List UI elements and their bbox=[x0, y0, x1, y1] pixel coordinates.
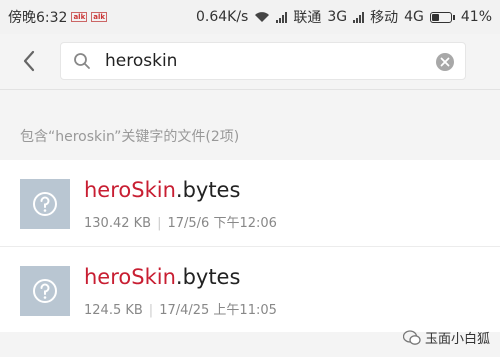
file-row[interactable]: heroSkin.bytes 124.5 KB | 17/4/25 上午11:05 bbox=[0, 246, 500, 332]
question-icon bbox=[33, 279, 57, 303]
search-icon bbox=[74, 53, 90, 69]
file-date: 17/4/25 上午11:05 bbox=[159, 303, 277, 318]
status-time: 傍晚6:32 bbox=[8, 10, 68, 26]
signal-icon bbox=[276, 11, 288, 23]
file-meta: 124.5 KB | 17/4/25 上午11:05 bbox=[84, 299, 277, 318]
file-row[interactable]: heroSkin.bytes 130.42 KB | 17/5/6 下午12:06 bbox=[0, 160, 500, 246]
status-bar: 傍晚6:32 alk alk 0.64K/s 联通 3G 移动 4G 41% bbox=[0, 0, 500, 34]
battery-icon bbox=[429, 11, 455, 23]
wifi-icon bbox=[255, 12, 270, 22]
file-name-ext: .bytes bbox=[175, 265, 241, 289]
file-size: 124.5 KB bbox=[84, 303, 143, 318]
network-type-1: 3G bbox=[327, 9, 348, 25]
meta-divider: | bbox=[148, 303, 154, 318]
results-count-label: 包含“heroskin”关键字的文件(2项) bbox=[20, 129, 240, 145]
chevron-left-icon bbox=[23, 50, 35, 72]
watermark: 玉面小白狐 bbox=[402, 328, 490, 347]
wechat-icon bbox=[402, 329, 421, 345]
file-list: heroSkin.bytes 130.42 KB | 17/5/6 下午12:06 … bbox=[0, 160, 500, 332]
file-name-highlight: heroSkin bbox=[84, 265, 176, 289]
watermark-text: 玉面小白狐 bbox=[424, 332, 490, 347]
file-size: 130.42 KB bbox=[84, 216, 152, 231]
network-speed: 0.64K/s bbox=[195, 9, 249, 25]
unknown-file-icon bbox=[20, 179, 70, 229]
signal-icon bbox=[353, 11, 365, 23]
unknown-file-icon bbox=[20, 266, 70, 316]
question-icon bbox=[33, 192, 57, 216]
carrier-mobile: 移动 bbox=[370, 10, 399, 26]
file-meta: 130.42 KB | 17/5/6 下午12:06 bbox=[84, 212, 277, 231]
file-name: heroSkin.bytes bbox=[84, 265, 240, 289]
notification-icon: alk bbox=[91, 12, 108, 22]
back-button[interactable] bbox=[18, 48, 42, 74]
file-name: heroSkin.bytes bbox=[84, 178, 240, 202]
network-type-2: 4G bbox=[404, 9, 424, 25]
file-name-highlight: heroSkin bbox=[84, 178, 176, 202]
carrier-unicom: 联通 bbox=[293, 10, 322, 26]
clear-icon[interactable] bbox=[435, 52, 455, 72]
search-box[interactable] bbox=[60, 42, 466, 80]
file-name-ext: .bytes bbox=[175, 178, 241, 202]
search-input[interactable] bbox=[105, 49, 425, 73]
file-date: 17/5/6 下午12:06 bbox=[167, 216, 277, 231]
meta-divider: | bbox=[157, 216, 162, 231]
battery-percent: 41% bbox=[460, 9, 492, 25]
notification-icon: alk bbox=[71, 12, 88, 22]
search-header bbox=[0, 34, 500, 90]
